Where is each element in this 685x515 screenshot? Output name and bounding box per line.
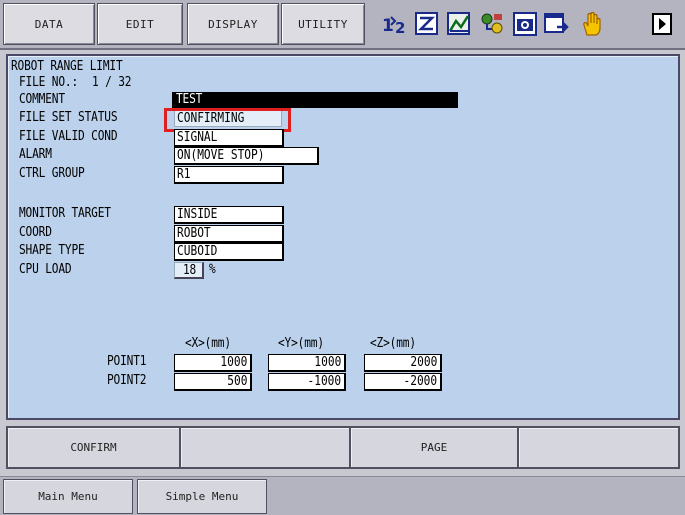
- point2-z-field[interactable]: -2000: [364, 373, 442, 391]
- comment-field[interactable]: TEST: [172, 92, 458, 108]
- point2-y-field[interactable]: -1000: [268, 373, 346, 391]
- point1-y-field[interactable]: 1000: [268, 354, 346, 372]
- column-x-header: <X>(mm): [185, 336, 231, 351]
- top-menu-bar: DATA EDIT DISPLAY UTILITY 1 2: [0, 0, 685, 50]
- monitor-target-label: MONITOR TARGET: [19, 206, 111, 221]
- function-key-bar: CONFIRM PAGE: [6, 426, 680, 469]
- file-valid-cond-field[interactable]: SIGNAL: [174, 129, 284, 147]
- play-icon[interactable]: [648, 10, 676, 38]
- file-set-status-label: FILE SET STATUS: [19, 110, 118, 125]
- point1-x-field[interactable]: 1000: [174, 354, 252, 372]
- shape-type-value: CUBOID: [177, 244, 218, 259]
- shape-type-field[interactable]: CUBOID: [174, 243, 284, 261]
- point2-x-value: 500: [226, 374, 247, 389]
- hand-icon[interactable]: [577, 10, 605, 38]
- file-no-label: FILE NO.:: [19, 75, 79, 90]
- graph-icon[interactable]: [445, 10, 473, 38]
- monitor-target-field[interactable]: INSIDE: [174, 206, 284, 224]
- comment-value: TEST: [176, 92, 203, 107]
- function-key-2[interactable]: [181, 428, 351, 467]
- monitor-target-value: INSIDE: [177, 207, 218, 222]
- file-no-value: 1 / 32: [92, 75, 132, 90]
- point1-y-value: 1000: [314, 355, 341, 370]
- main-menu-button[interactable]: Main Menu: [3, 479, 133, 514]
- page-button[interactable]: PAGE: [351, 428, 519, 467]
- column-z-header: <Z>(mm): [370, 336, 416, 351]
- menu-display-button[interactable]: DISPLAY: [187, 3, 279, 45]
- point1-z-value: 2000: [410, 355, 437, 370]
- coord-label: COORD: [19, 225, 52, 240]
- column-y-header: <Y>(mm): [278, 336, 324, 351]
- alarm-label: ALARM: [19, 147, 52, 162]
- coord-value: ROBOT: [177, 226, 211, 241]
- menu-edit-button[interactable]: EDIT: [97, 3, 183, 45]
- cpu-load-unit: %: [209, 262, 216, 277]
- comment-label: COMMENT: [19, 92, 65, 107]
- coord-field[interactable]: ROBOT: [174, 225, 284, 243]
- ctrl-group-value: R1: [177, 167, 191, 182]
- file-valid-cond-value: SIGNAL: [177, 130, 218, 145]
- point2-label: POINT2: [107, 373, 147, 388]
- cpu-load-label: CPU LOAD: [19, 262, 72, 277]
- point2-x-field[interactable]: 500: [174, 373, 252, 391]
- numbering-icon[interactable]: 1 2: [381, 10, 409, 38]
- file-valid-cond-label: FILE VALID COND: [19, 129, 118, 144]
- alarm-value: ON(MOVE STOP): [177, 148, 265, 163]
- bottom-bar: Main Menu Simple Menu: [0, 476, 685, 515]
- point1-label: POINT1: [107, 354, 147, 369]
- confirm-button[interactable]: CONFIRM: [8, 428, 181, 467]
- cpu-load-value: 18: [183, 263, 197, 278]
- alarm-field[interactable]: ON(MOVE STOP): [174, 147, 319, 165]
- point2-y-value: -1000: [307, 374, 341, 389]
- cpu-load-field: 18: [174, 262, 204, 279]
- function-key-4[interactable]: [519, 428, 678, 467]
- point1-z-field[interactable]: 2000: [364, 354, 442, 372]
- point2-z-value: -2000: [403, 374, 437, 389]
- simple-menu-button[interactable]: Simple Menu: [137, 479, 267, 514]
- camera-icon[interactable]: [511, 10, 539, 38]
- ctrl-group-label: CTRL GROUP: [19, 166, 85, 181]
- menu-data-button[interactable]: DATA: [3, 3, 95, 45]
- edit-box-icon[interactable]: [413, 10, 441, 38]
- page-title: ROBOT RANGE LIMIT: [11, 59, 123, 74]
- svg-text:2: 2: [395, 19, 405, 37]
- window-arrow-icon[interactable]: [543, 10, 571, 38]
- robot-range-limit-panel: ROBOT RANGE LIMIT FILE NO.: 1 / 32 COMME…: [6, 54, 680, 420]
- ctrl-group-field[interactable]: R1: [174, 166, 284, 184]
- point1-x-value: 1000: [220, 355, 247, 370]
- shape-type-label: SHAPE TYPE: [19, 243, 85, 258]
- menu-utility-button[interactable]: UTILITY: [281, 3, 365, 45]
- network-icon[interactable]: [478, 10, 506, 38]
